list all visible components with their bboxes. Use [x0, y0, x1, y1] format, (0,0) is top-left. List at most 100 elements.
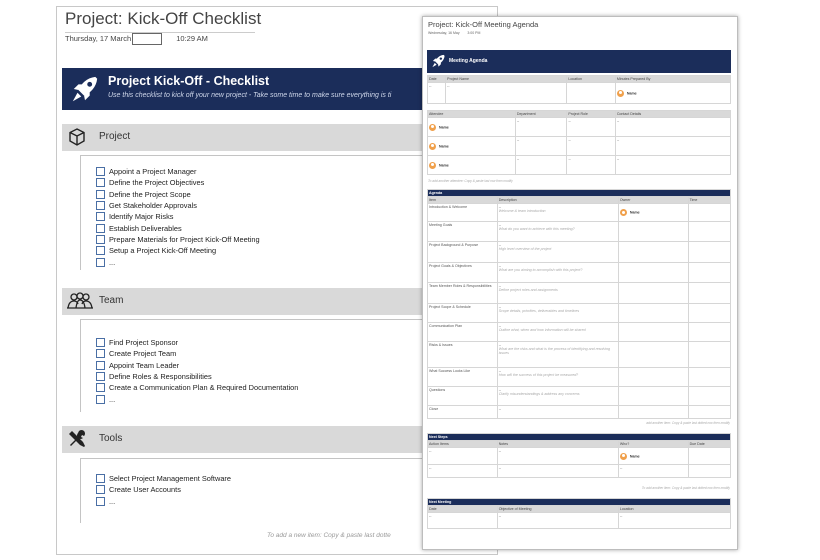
- table-cell[interactable]: [566, 82, 616, 104]
- agenda-description[interactable]: -- Outline what, when and how information…: [496, 322, 619, 342]
- checkbox[interactable]: [96, 360, 105, 370]
- agenda-owner[interactable]: [617, 341, 689, 368]
- table-cell[interactable]: [687, 464, 732, 478]
- agenda-description[interactable]: -- How will the success of this project b…: [496, 367, 619, 387]
- checklist-hero-subtitle: Use this checklist to kick off your new …: [108, 92, 392, 99]
- checkbox[interactable]: [96, 234, 105, 244]
- table-cell[interactable]: --: [427, 512, 498, 529]
- agenda-item[interactable]: Close: [427, 405, 498, 419]
- table-cell[interactable]: --: [427, 447, 498, 465]
- item-label: Get Stakeholder Approvals: [109, 201, 197, 211]
- agenda-time[interactable]: [687, 303, 732, 323]
- agenda-time[interactable]: [687, 282, 732, 304]
- table-cell[interactable]: --: [617, 512, 732, 529]
- agenda-item[interactable]: What Success Looks Like: [427, 367, 498, 387]
- table-cell[interactable]: --: [496, 512, 619, 529]
- table-cell[interactable]: --: [614, 117, 732, 137]
- agenda-time[interactable]: [687, 241, 732, 263]
- agenda-description[interactable]: -- Clarify misunderstandings & address an…: [496, 386, 619, 406]
- agenda-owner[interactable]: [617, 405, 689, 419]
- agenda-time[interactable]: [687, 341, 732, 368]
- table-cell[interactable]: --: [617, 464, 689, 478]
- agenda-item[interactable]: Risks & Issues: [427, 341, 498, 368]
- table-cell[interactable]: Name: [427, 136, 516, 156]
- agenda-item[interactable]: Project Goals & Objectives: [427, 262, 498, 283]
- table-cell[interactable]: [687, 447, 732, 465]
- tools-icon: [69, 429, 86, 447]
- agenda-owner[interactable]: [617, 322, 689, 342]
- table-cell[interactable]: --: [514, 117, 568, 137]
- agenda-description[interactable]: -- What are you aiming to accomplish with…: [496, 262, 619, 283]
- agenda-item[interactable]: Project Background & Purpose: [427, 241, 498, 263]
- agenda-description[interactable]: -- Scope details, priorities, deliverable…: [496, 303, 619, 323]
- table-cell[interactable]: --: [514, 136, 568, 156]
- col-header: Location: [566, 75, 616, 83]
- checkbox[interactable]: [96, 496, 105, 506]
- agenda-owner[interactable]: [617, 262, 689, 283]
- agenda-item[interactable]: Introduction & Welcome: [427, 203, 498, 222]
- agenda-item[interactable]: Project Scope & Schedule: [427, 303, 498, 323]
- agenda-time[interactable]: [687, 367, 732, 387]
- agenda-description[interactable]: -- Welcome & team introduction: [496, 203, 619, 222]
- agenda-time[interactable]: [687, 386, 732, 406]
- checkbox[interactable]: [96, 223, 105, 233]
- table-cell[interactable]: Name: [427, 155, 516, 175]
- agenda-time[interactable]: [687, 262, 732, 283]
- agenda-owner[interactable]: [617, 282, 689, 304]
- agenda-owner[interactable]: [617, 241, 689, 263]
- checkbox[interactable]: [96, 394, 105, 404]
- agenda-item[interactable]: Team Member Roles & Responsibilities: [427, 282, 498, 304]
- agenda-owner[interactable]: [617, 386, 689, 406]
- agenda-owner[interactable]: [617, 303, 689, 323]
- date-field[interactable]: [132, 33, 163, 45]
- table-cell[interactable]: Name: [427, 117, 516, 137]
- table-cell[interactable]: --: [496, 464, 619, 478]
- checkbox[interactable]: [96, 349, 105, 359]
- table-cell[interactable]: --: [427, 464, 498, 478]
- agenda-description[interactable]: --: [496, 405, 619, 419]
- table-cell[interactable]: --: [566, 136, 616, 156]
- agenda-description[interactable]: -- What are the risks and what is the pro…: [496, 341, 619, 368]
- agenda-description[interactable]: -- Define project roles and assignments: [496, 282, 619, 304]
- agenda-item[interactable]: Meeting Goals: [427, 221, 498, 242]
- agenda-description[interactable]: -- What do you want to achieve with this …: [496, 221, 619, 242]
- checkbox[interactable]: [96, 338, 105, 348]
- table-cell[interactable]: --: [514, 155, 568, 175]
- checkbox[interactable]: [96, 372, 105, 382]
- table-cell[interactable]: --: [614, 155, 732, 175]
- table-cell[interactable]: Name: [617, 447, 689, 465]
- checkbox[interactable]: [96, 474, 105, 484]
- agenda-time[interactable]: [687, 221, 732, 242]
- agenda-item[interactable]: Questions: [427, 386, 498, 406]
- agenda-time[interactable]: [687, 405, 732, 419]
- checkbox[interactable]: [96, 257, 105, 267]
- table-cell[interactable]: Name: [614, 82, 732, 104]
- checkbox[interactable]: [96, 167, 105, 177]
- table-cell[interactable]: --: [566, 155, 616, 175]
- table-cell[interactable]: --: [614, 136, 732, 156]
- checkbox[interactable]: [96, 485, 105, 495]
- agenda-owner[interactable]: Name: [617, 203, 689, 222]
- table-cell[interactable]: --: [566, 117, 616, 137]
- table-cell[interactable]: --: [445, 82, 568, 104]
- agenda-item[interactable]: Communication Plan: [427, 322, 498, 342]
- checkbox[interactable]: [96, 383, 105, 393]
- table-cell[interactable]: --: [426, 82, 447, 104]
- agenda-time[interactable]: [687, 203, 732, 222]
- checkbox[interactable]: [96, 201, 105, 211]
- agenda-owner[interactable]: [617, 221, 689, 242]
- table-cell[interactable]: --: [496, 447, 619, 465]
- agenda-owner[interactable]: [617, 367, 689, 387]
- checkbox[interactable]: [96, 178, 105, 188]
- col-header: Owner: [617, 196, 689, 204]
- checkbox[interactable]: [96, 212, 105, 222]
- agenda-description[interactable]: -- High level overview of the project: [496, 241, 619, 263]
- col-header: Action Items: [427, 440, 498, 448]
- agenda-row: Project Background & Purpose -- High level…: [427, 241, 732, 263]
- checkbox[interactable]: [96, 189, 105, 199]
- agenda-time[interactable]: [687, 322, 732, 342]
- next-steps-note: To add another item: Copy & paste last d…: [641, 486, 730, 490]
- avatar: [429, 123, 436, 131]
- description-text: What are the risks and what is the proce…: [498, 347, 610, 355]
- checkbox[interactable]: [96, 246, 105, 256]
